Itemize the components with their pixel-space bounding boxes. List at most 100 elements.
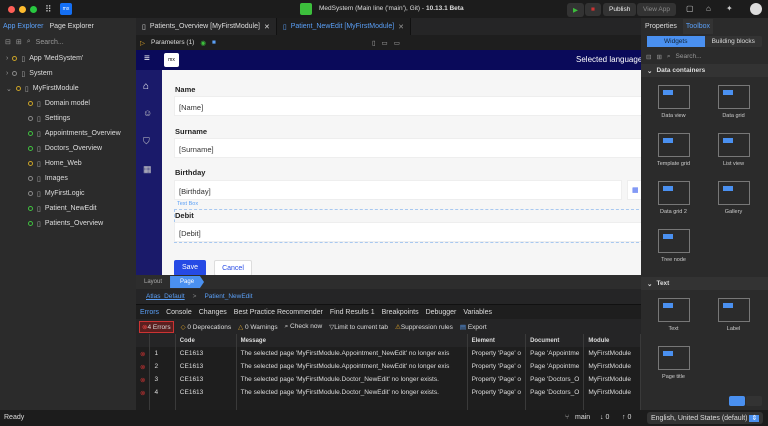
maximize-window-button[interactable] [30, 6, 37, 13]
tab-best-practice-recommender[interactable]: Best Practice Recommender [234, 309, 323, 316]
calendar-icon[interactable]: ▦ [143, 164, 152, 175]
widget-data-grid-2[interactable]: Data grid 2 [646, 181, 701, 215]
widget-label[interactable]: Label [706, 298, 761, 332]
column-header[interactable]: Code [175, 334, 237, 347]
export-button[interactable]: ▤ Export [460, 323, 487, 331]
tree-item-0[interactable]: › ▯ App 'MedSystem' [6, 51, 136, 66]
view-app-button[interactable]: View App [637, 3, 676, 16]
marketplace-icon[interactable]: ⌂ [706, 4, 711, 13]
chevron-right-icon[interactable]: › [6, 55, 8, 62]
column-header[interactable] [149, 334, 176, 347]
tab-breakpoints[interactable]: Breakpoints [382, 309, 419, 316]
table-row[interactable]: ⊗ 4 CE1613 The selected page 'MyFirstModule… [136, 386, 641, 399]
publish-button[interactable]: Publish [603, 3, 637, 16]
chevron-down-icon[interactable]: ⌄ [6, 85, 12, 93]
tab-variables[interactable]: Variables [463, 309, 492, 316]
tree-child-0[interactable]: ▯ Domain model [6, 96, 136, 111]
section-text[interactable]: ⌄ Text [641, 277, 768, 290]
toolbox-search-input[interactable]: Search... [676, 53, 702, 60]
users-icon[interactable]: ☺ [143, 108, 152, 118]
expand-all-icon[interactable]: ⊞ [16, 38, 22, 46]
widget-data-view[interactable]: Data view [646, 85, 701, 119]
close-tab-icon[interactable]: ✕ [398, 23, 404, 31]
close-tab-icon[interactable]: ✕ [264, 23, 270, 31]
tab-find-results-1[interactable]: Find Results 1 [330, 309, 375, 316]
search-input[interactable]: Search... [36, 39, 64, 46]
widget-list-view[interactable]: List view [706, 133, 761, 167]
stop-button[interactable]: ■ [585, 3, 601, 16]
run-button[interactable]: ▶ [567, 3, 584, 17]
home-icon[interactable]: ⌂ [143, 81, 149, 92]
tab-patients-overview[interactable]: ▯ Patients_Overview [MyFirstModule] ✕ [136, 18, 277, 35]
warnings-filter-button[interactable]: △ 0 Warnings [238, 323, 277, 331]
tree-child-7[interactable]: ▯ Patient_NewEdit [6, 201, 136, 216]
tree-item-1[interactable]: › ▯ System [6, 66, 136, 81]
phone-view-icon[interactable]: ▯ [372, 39, 376, 47]
collapse-all-icon[interactable]: ⊟ [5, 38, 11, 46]
tablet-view-icon[interactable]: ▭ [382, 39, 388, 47]
parameters-button[interactable]: Parameters (1) [151, 39, 194, 46]
widget-gallery[interactable]: Gallery [706, 181, 761, 215]
tree-child-1[interactable]: ▯ Settings [6, 111, 136, 126]
app-grid-icon[interactable]: ⠿ [45, 4, 52, 15]
column-header[interactable]: Module [583, 334, 641, 347]
grid-view-toggle[interactable] [729, 396, 745, 406]
hamburger-icon[interactable]: ≡ [144, 53, 150, 64]
tree-item-2[interactable]: ⌄ ▯ MyFirstModule [6, 81, 136, 96]
column-header[interactable] [136, 334, 151, 347]
tree-child-3[interactable]: ▯ Doctors_Overview [6, 141, 136, 156]
surname-input[interactable]: [Surname] [174, 138, 641, 158]
calendar-picker-icon[interactable]: ▦ [627, 180, 641, 200]
branch-name[interactable]: main [575, 414, 590, 421]
table-row[interactable]: ⊗ 3 CE1613 The selected page 'MyFirstModule… [136, 373, 641, 386]
tree-child-2[interactable]: ▯ Appointments_Overview [6, 126, 136, 141]
tab-patient-newedit[interactable]: ▯ Patient_NewEdit [MyFirstModule] ✕ [276, 18, 412, 35]
name-input[interactable]: [Name] [174, 96, 641, 116]
tab-console[interactable]: Console [166, 309, 192, 316]
expand-all-icon[interactable]: ⊞ [656, 53, 661, 61]
widget-tree-node[interactable]: Tree node [646, 229, 701, 263]
tab-debugger[interactable]: Debugger [426, 309, 457, 316]
column-header[interactable]: Document [525, 334, 585, 347]
table-row[interactable]: ⊗ 2 CE1613 The selected page 'MyFirstModule… [136, 360, 641, 373]
tab-errors[interactable]: Errors [140, 309, 159, 316]
segment-widgets[interactable]: Widgets [647, 36, 705, 47]
minimize-window-button[interactable] [19, 6, 26, 13]
close-window-button[interactable] [8, 6, 15, 13]
feedback-icon[interactable]: ▢ [686, 4, 694, 13]
deprecations-filter-button[interactable]: ◇ 0 Deprecations [181, 323, 232, 331]
tab-page[interactable]: Page [170, 276, 205, 288]
widget-template-grid[interactable]: Template grid [646, 133, 701, 167]
check-now-button[interactable]: ⌕ Check now [285, 323, 323, 331]
breadcrumb-layout[interactable]: Atlas_Default [146, 293, 185, 300]
column-header[interactable]: Message [236, 334, 468, 347]
errors-filter-button[interactable]: ⊗4 Errors [139, 320, 174, 333]
chevron-right-icon[interactable]: › [6, 70, 8, 77]
section-data-containers[interactable]: ⌄ Data containers [641, 64, 768, 77]
column-header[interactable]: Element [467, 334, 527, 347]
collapse-all-icon[interactable]: ⊟ [646, 53, 651, 61]
tree-child-5[interactable]: ▯ Images [6, 171, 136, 186]
tab-page-explorer[interactable]: Page Explorer [49, 23, 93, 30]
avatar[interactable] [750, 3, 762, 15]
limit-to-tab-button[interactable]: ▽Limit to current tab [329, 323, 388, 331]
tab-layout[interactable]: Layout [136, 279, 170, 285]
birthday-input[interactable]: [Birthday] [174, 180, 622, 200]
selected-language[interactable]: Selected language [576, 55, 641, 64]
widget-data-grid[interactable]: Data grid [706, 85, 761, 119]
cancel-button[interactable]: Cancel [214, 260, 252, 275]
widget-icon[interactable]: ■ [212, 39, 216, 46]
tab-toolbox[interactable]: Toolbox [682, 18, 714, 34]
widget-text[interactable]: Text [646, 298, 701, 332]
segment-building-blocks[interactable]: Building blocks [705, 36, 763, 47]
table-row[interactable]: ⊗ 1 CE1613 The selected page 'MyFirstModule… [136, 347, 641, 360]
shield-icon[interactable]: ⛉ [143, 136, 150, 147]
visibility-icon[interactable]: ◉ [200, 39, 206, 47]
list-view-toggle[interactable] [746, 396, 762, 406]
tree-child-6[interactable]: ▯ MyFirstLogic [6, 186, 136, 201]
tab-app-explorer[interactable]: App Explorer [3, 23, 43, 30]
widget-page-title[interactable]: Page title [646, 346, 701, 380]
tab-changes[interactable]: Changes [199, 309, 227, 316]
language-select[interactable]: English, United States (default) ⇕ [647, 412, 764, 424]
tree-child-8[interactable]: ▯ Patients_Overview [6, 216, 136, 231]
